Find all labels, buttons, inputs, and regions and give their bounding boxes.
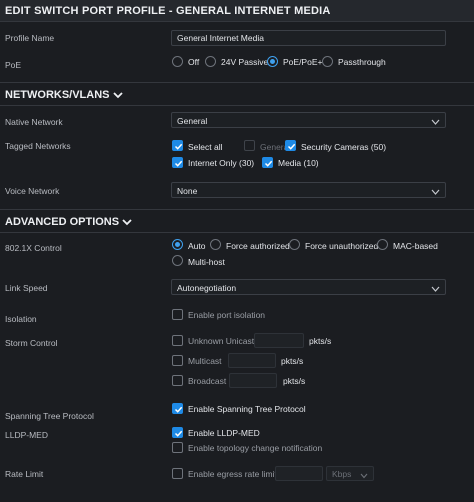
advanced-section-label: ADVANCED OPTIONS	[5, 216, 120, 228]
unknown-unicast-label: Unknown Unicast	[188, 336, 255, 346]
chevron-down-icon	[431, 187, 440, 197]
dot1x-label: 802.1X Control	[5, 243, 62, 253]
voice-network-select[interactable]: None	[171, 182, 446, 198]
poe-off-radio[interactable]	[172, 56, 183, 67]
rate-limit-unit-select[interactable]: Kbps	[326, 466, 374, 481]
chevron-down-icon	[431, 284, 440, 294]
rate-limit-unit-value: Kbps	[332, 469, 352, 479]
internet-only-checkbox[interactable]	[172, 157, 183, 168]
dot1x-multi-host-radio[interactable]	[172, 255, 183, 266]
poe-24v-label: 24V Passive	[221, 57, 269, 67]
dot1x-force-authorized-radio[interactable]	[210, 239, 221, 250]
chevron-down-icon	[360, 471, 368, 481]
lldp-option-label: Enable LLDP-MED	[188, 428, 260, 438]
chevron-down-icon	[122, 217, 132, 229]
page-title: EDIT SWITCH PORT PROFILE - GENERAL INTER…	[5, 5, 331, 17]
dot1x-auto-label: Auto	[188, 241, 206, 251]
broadcast-unit: pkts/s	[283, 376, 306, 386]
multicast-checkbox[interactable]	[172, 355, 183, 366]
unknown-unicast-checkbox[interactable]	[172, 335, 183, 346]
topology-change-checkbox[interactable]	[172, 442, 183, 453]
dot1x-auto-radio[interactable]	[172, 239, 183, 250]
unknown-unicast-unit: pkts/s	[309, 336, 332, 346]
dot1x-multi-host-label: Multi-host	[188, 257, 225, 267]
native-network-value: General	[177, 116, 208, 126]
profile-name-label: Profile Name	[5, 33, 55, 43]
stp-checkbox[interactable]	[172, 403, 183, 414]
native-network-label: Native Network	[5, 117, 63, 127]
port-isolation-label: Enable port isolation	[188, 310, 266, 320]
dot1x-mac-based-radio[interactable]	[377, 239, 388, 250]
unknown-unicast-input[interactable]	[254, 333, 304, 348]
stp-label: Spanning Tree Protocol	[5, 411, 94, 421]
broadcast-label: Broadcast	[188, 376, 227, 386]
poe-passthrough-label: Passthrough	[338, 57, 386, 67]
storm-control-label: Storm Control	[5, 338, 58, 348]
select-all-label: Select all	[188, 142, 223, 152]
general-network-checkbox	[244, 140, 255, 151]
voice-network-value: None	[177, 186, 198, 196]
media-checkbox[interactable]	[262, 157, 273, 168]
rate-limit-label: Rate Limit	[5, 469, 44, 479]
multicast-unit: pkts/s	[281, 356, 304, 366]
networks-section-title: NETWORKS/VLANS	[5, 89, 123, 102]
lldp-checkbox[interactable]	[172, 427, 183, 438]
dialog-header: EDIT SWITCH PORT PROFILE - GENERAL INTER…	[0, 0, 474, 22]
broadcast-checkbox[interactable]	[172, 375, 183, 386]
networks-section-header[interactable]: NETWORKS/VLANS	[0, 82, 474, 106]
poe-poe-plus-label: PoE/PoE+	[283, 57, 323, 67]
advanced-section-title: ADVANCED OPTIONS	[5, 216, 132, 229]
multicast-input[interactable]	[228, 353, 276, 368]
topology-change-label: Enable topology change notification	[188, 443, 323, 453]
poe-label: PoE	[5, 60, 22, 70]
native-network-select[interactable]: General	[171, 112, 446, 128]
tagged-networks-label: Tagged Networks	[5, 141, 71, 151]
poe-24v-radio[interactable]	[205, 56, 216, 67]
advanced-section-header[interactable]: ADVANCED OPTIONS	[0, 209, 474, 233]
link-speed-label: Link Speed	[5, 283, 48, 293]
media-label: Media (10)	[278, 158, 319, 168]
port-isolation-checkbox[interactable]	[172, 309, 183, 320]
security-cameras-checkbox[interactable]	[285, 140, 296, 151]
chevron-down-icon	[431, 117, 440, 127]
multicast-label: Multicast	[188, 356, 222, 366]
dot1x-force-unauthorized-label: Force unauthorized	[305, 241, 379, 251]
link-speed-value: Autonegotiation	[177, 283, 237, 293]
poe-poe-plus-radio[interactable]	[267, 56, 278, 67]
rate-limit-input[interactable]	[275, 466, 323, 481]
lldp-label: LLDP-MED	[5, 430, 48, 440]
networks-section-label: NETWORKS/VLANS	[5, 89, 110, 101]
egress-rate-limit-checkbox[interactable]	[172, 468, 183, 479]
internet-only-label: Internet Only (30)	[188, 158, 255, 168]
dot1x-force-unauthorized-radio[interactable]	[289, 239, 300, 250]
security-cameras-label: Security Cameras (50)	[301, 142, 387, 152]
poe-off-label: Off	[188, 57, 200, 67]
chevron-down-icon	[112, 90, 123, 102]
stp-option-label: Enable Spanning Tree Protocol	[188, 404, 306, 414]
dot1x-force-authorized-label: Force authorized	[226, 241, 290, 251]
isolation-label: Isolation	[5, 314, 37, 324]
profile-name-input[interactable]	[171, 30, 446, 46]
poe-passthrough-radio[interactable]	[322, 56, 333, 67]
select-all-checkbox[interactable]	[172, 140, 183, 151]
link-speed-select[interactable]: Autonegotiation	[171, 279, 446, 295]
broadcast-input[interactable]	[229, 373, 277, 388]
dot1x-mac-based-label: MAC-based	[393, 241, 438, 251]
egress-rate-limit-label: Enable egress rate limit	[188, 469, 277, 479]
voice-network-label: Voice Network	[5, 186, 60, 196]
